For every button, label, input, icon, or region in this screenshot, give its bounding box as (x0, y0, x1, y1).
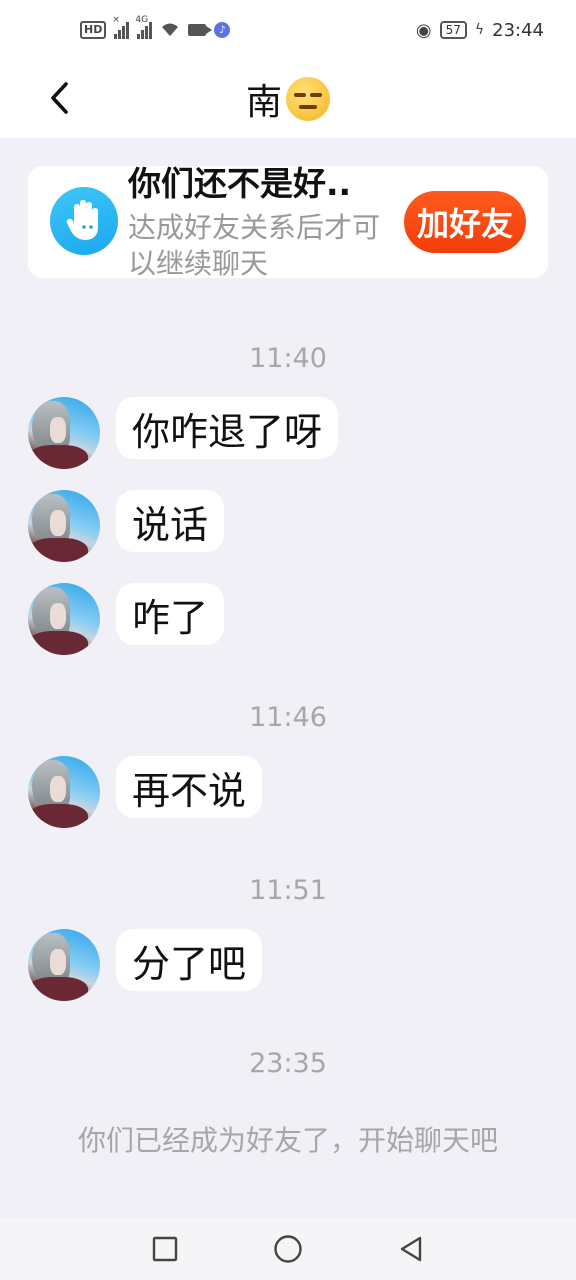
timestamp: 11:40 (249, 343, 327, 374)
chat-screen: HD × 4G ♪ ◉ 57 ϟ 23:44 南 你们还不是好.. 达成好友关系… (0, 0, 576, 1280)
expressionless-face-icon (286, 77, 330, 121)
charging-icon: ϟ (474, 22, 485, 38)
message-bubble[interactable]: 再不说 (116, 756, 263, 818)
circle-icon (274, 1235, 302, 1263)
wifi-icon (162, 23, 179, 36)
add-friend-button[interactable]: 加好友 (404, 191, 526, 253)
battery-icon: 57 (439, 21, 467, 39)
timestamp: 11:46 (249, 702, 327, 733)
message-bubble[interactable]: 说话 (116, 490, 225, 552)
timestamp: 23:35 (249, 1048, 327, 1079)
message-bubble[interactable]: 你咋退了呀 (116, 397, 339, 459)
message-row: 分了吧 (28, 929, 263, 1001)
message-row: 再不说 (28, 756, 263, 828)
message-row: 你咋退了呀 (28, 397, 339, 469)
message-bubble[interactable]: 分了吧 (116, 929, 263, 991)
square-icon (152, 1236, 178, 1262)
avatar[interactable] (28, 583, 100, 655)
avatar[interactable] (28, 490, 100, 562)
recents-button[interactable] (150, 1234, 180, 1264)
eye-icon: ◉ (415, 19, 432, 41)
hd-icon: HD (80, 21, 107, 39)
signal-icon: × (112, 15, 130, 39)
avatar[interactable] (28, 929, 100, 1001)
video-camera-icon (188, 24, 213, 36)
system-back-button[interactable] (396, 1234, 426, 1264)
chat-header: 南 (0, 60, 576, 138)
status-time: 23:44 (492, 19, 544, 41)
system-message: 你们已经成为好友了，开始聊天吧 (77, 1124, 498, 1157)
triangle-back-icon (400, 1236, 422, 1262)
status-bar-left: HD × 4G ♪ (80, 15, 231, 39)
signal-4g-icon: 4G (135, 15, 153, 39)
chat-title: 南 (246, 73, 330, 125)
music-app-icon: ♪ (214, 22, 231, 38)
avatar[interactable] (28, 756, 100, 828)
back-button[interactable] (40, 76, 80, 120)
add-friend-card: 你们还不是好.. 达成好友关系后才可以继续聊天 加好友 (28, 164, 548, 280)
status-bar: HD × 4G ♪ ◉ 57 ϟ 23:44 (0, 0, 576, 60)
hand-icon (50, 187, 118, 255)
chevron-left-icon (51, 82, 68, 114)
status-bar-right: ◉ 57 ϟ 23:44 (416, 20, 544, 41)
message-row: 咋了 (28, 583, 225, 655)
contact-name: 南 (245, 82, 282, 123)
timestamp: 11:51 (249, 875, 327, 906)
avatar[interactable] (28, 397, 100, 469)
message-row: 说话 (28, 490, 225, 562)
card-title: 你们还不是好.. (128, 164, 352, 203)
card-description: 达成好友关系后才可以继续聊天 (128, 211, 381, 280)
navigation-bar (0, 1218, 576, 1280)
message-bubble[interactable]: 咋了 (116, 583, 225, 645)
home-button[interactable] (273, 1234, 303, 1264)
